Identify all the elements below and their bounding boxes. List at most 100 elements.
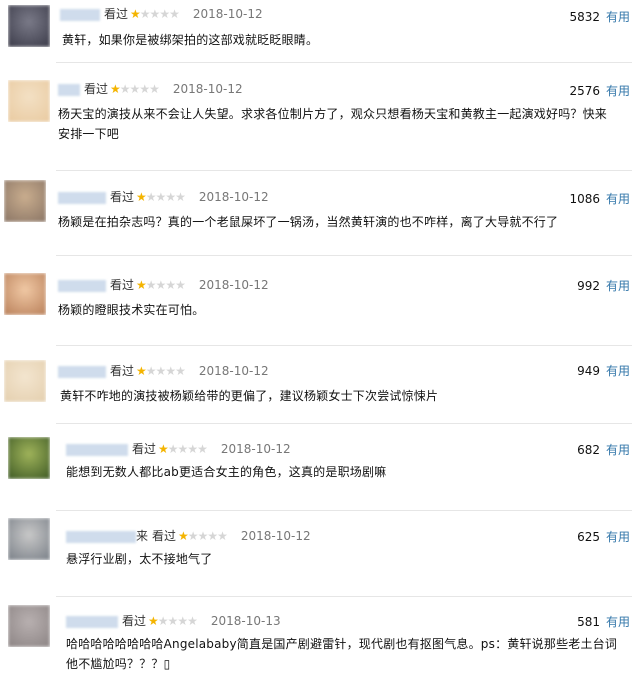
star-filled-icon: ★ — [158, 442, 169, 456]
star-empty-icon: ★ — [177, 614, 188, 628]
review-comment: 杨颖的瞪眼技术实在可怕。 — [58, 303, 205, 317]
user-avatar[interactable] — [4, 273, 46, 315]
star-filled-icon: ★ — [136, 364, 147, 378]
star-empty-icon: ★ — [169, 7, 180, 21]
star-filled-icon: ★ — [136, 190, 147, 204]
review-date: 2018-10-12 — [220, 442, 291, 456]
review-divider — [56, 62, 632, 63]
star-empty-icon: ★ — [149, 82, 160, 96]
avatar-image — [8, 605, 50, 647]
review-meta: 看过 ★★★★★ 2018-10-12 — [58, 80, 243, 98]
avatar-image — [4, 360, 46, 402]
watched-status: 看过 — [110, 190, 135, 204]
review-meta: 看过 ★★★★★ 2018-10-12 — [58, 276, 269, 294]
vote-box: 581 有用 — [577, 613, 630, 631]
review-divider — [56, 170, 632, 171]
username-link[interactable] — [66, 443, 128, 456]
avatar-image — [8, 5, 50, 47]
vote-count: 1086 — [569, 192, 600, 206]
vote-count: 5832 — [569, 10, 600, 24]
useful-button[interactable]: 有用 — [606, 279, 630, 293]
username-link[interactable] — [66, 530, 136, 543]
vote-count: 682 — [577, 443, 600, 457]
rating-stars: ★★★★★ — [110, 80, 160, 98]
star-empty-icon: ★ — [165, 190, 176, 204]
star-empty-icon: ★ — [167, 442, 179, 456]
star-empty-icon: ★ — [145, 364, 157, 378]
rating-stars: ★★★★★ — [130, 5, 180, 23]
star-empty-icon: ★ — [145, 190, 157, 204]
user-avatar[interactable] — [8, 437, 50, 479]
useful-button[interactable]: 有用 — [606, 530, 630, 544]
review-date: 2018-10-12 — [240, 529, 311, 543]
avatar-image — [8, 437, 50, 479]
star-empty-icon: ★ — [187, 442, 198, 456]
star-empty-icon: ★ — [177, 442, 189, 456]
review-meta: 看过 ★★★★★ 2018-10-12 — [58, 362, 269, 380]
user-avatar[interactable] — [8, 518, 50, 560]
star-empty-icon: ★ — [165, 364, 176, 378]
review-divider — [56, 596, 632, 597]
star-filled-icon: ★ — [136, 278, 147, 292]
username-link[interactable] — [60, 8, 100, 21]
star-empty-icon: ★ — [155, 364, 167, 378]
review-date: 2018-10-12 — [198, 190, 269, 204]
star-empty-icon: ★ — [175, 364, 186, 378]
star-empty-icon: ★ — [175, 278, 186, 292]
vote-box: 5832 有用 — [569, 8, 630, 26]
star-filled-icon: ★ — [178, 529, 189, 543]
star-empty-icon: ★ — [149, 7, 161, 21]
user-avatar[interactable] — [4, 180, 46, 222]
username-link[interactable] — [58, 83, 80, 96]
star-empty-icon: ★ — [159, 7, 170, 21]
avatar-image — [8, 80, 50, 122]
useful-button[interactable]: 有用 — [606, 364, 630, 378]
username-link[interactable] — [66, 615, 118, 628]
rating-stars: ★★★★★ — [136, 188, 186, 206]
useful-button[interactable]: 有用 — [606, 84, 630, 98]
user-avatar[interactable] — [4, 360, 46, 402]
rating-stars: ★★★★★ — [158, 440, 208, 458]
review-date: 2018-10-12 — [172, 82, 243, 96]
watched-status: 看过 — [110, 364, 135, 378]
review-divider — [56, 423, 632, 424]
vote-count: 992 — [577, 279, 600, 293]
review-meta: 看过 ★★★★★ 2018-10-12 — [66, 440, 291, 458]
star-empty-icon: ★ — [167, 614, 179, 628]
vote-box: 682 有用 — [577, 441, 630, 459]
vote-box: 1086 有用 — [569, 190, 630, 208]
star-empty-icon: ★ — [119, 82, 131, 96]
useful-button[interactable]: 有用 — [606, 10, 630, 24]
vote-box: 992 有用 — [577, 277, 630, 295]
watched-status: 看过 — [104, 7, 129, 21]
username-link[interactable] — [58, 191, 106, 204]
star-empty-icon: ★ — [155, 278, 167, 292]
review-comment: 悬浮行业剧，太不接地气了 — [66, 552, 213, 566]
vote-box: 625 有用 — [577, 528, 630, 546]
user-avatar[interactable] — [8, 5, 50, 47]
star-empty-icon: ★ — [165, 278, 176, 292]
star-empty-icon: ★ — [139, 7, 151, 21]
useful-button[interactable]: 有用 — [606, 443, 630, 457]
rating-stars: ★★★★★ — [178, 527, 228, 545]
vote-count: 625 — [577, 530, 600, 544]
review-divider — [56, 345, 632, 346]
star-empty-icon: ★ — [187, 614, 198, 628]
star-empty-icon: ★ — [207, 529, 218, 543]
rating-stars: ★★★★★ — [148, 612, 198, 630]
user-avatar[interactable] — [8, 605, 50, 647]
useful-button[interactable]: 有用 — [606, 192, 630, 206]
avatar-image — [8, 518, 50, 560]
username-link[interactable] — [58, 365, 106, 378]
watched-status: 看过 — [132, 442, 157, 456]
username-suffix[interactable]: 来 — [136, 529, 148, 543]
star-empty-icon: ★ — [155, 190, 167, 204]
star-empty-icon: ★ — [197, 442, 208, 456]
watched-status: 看过 — [122, 614, 147, 628]
watched-status: 看过 — [84, 82, 109, 96]
useful-button[interactable]: 有用 — [606, 615, 630, 629]
user-avatar[interactable] — [8, 80, 50, 122]
review-comment: 黄轩，如果你是被绑架拍的这部戏就眨眨眼睛。 — [62, 33, 319, 47]
username-link[interactable] — [58, 279, 106, 292]
vote-box: 949 有用 — [577, 362, 630, 380]
